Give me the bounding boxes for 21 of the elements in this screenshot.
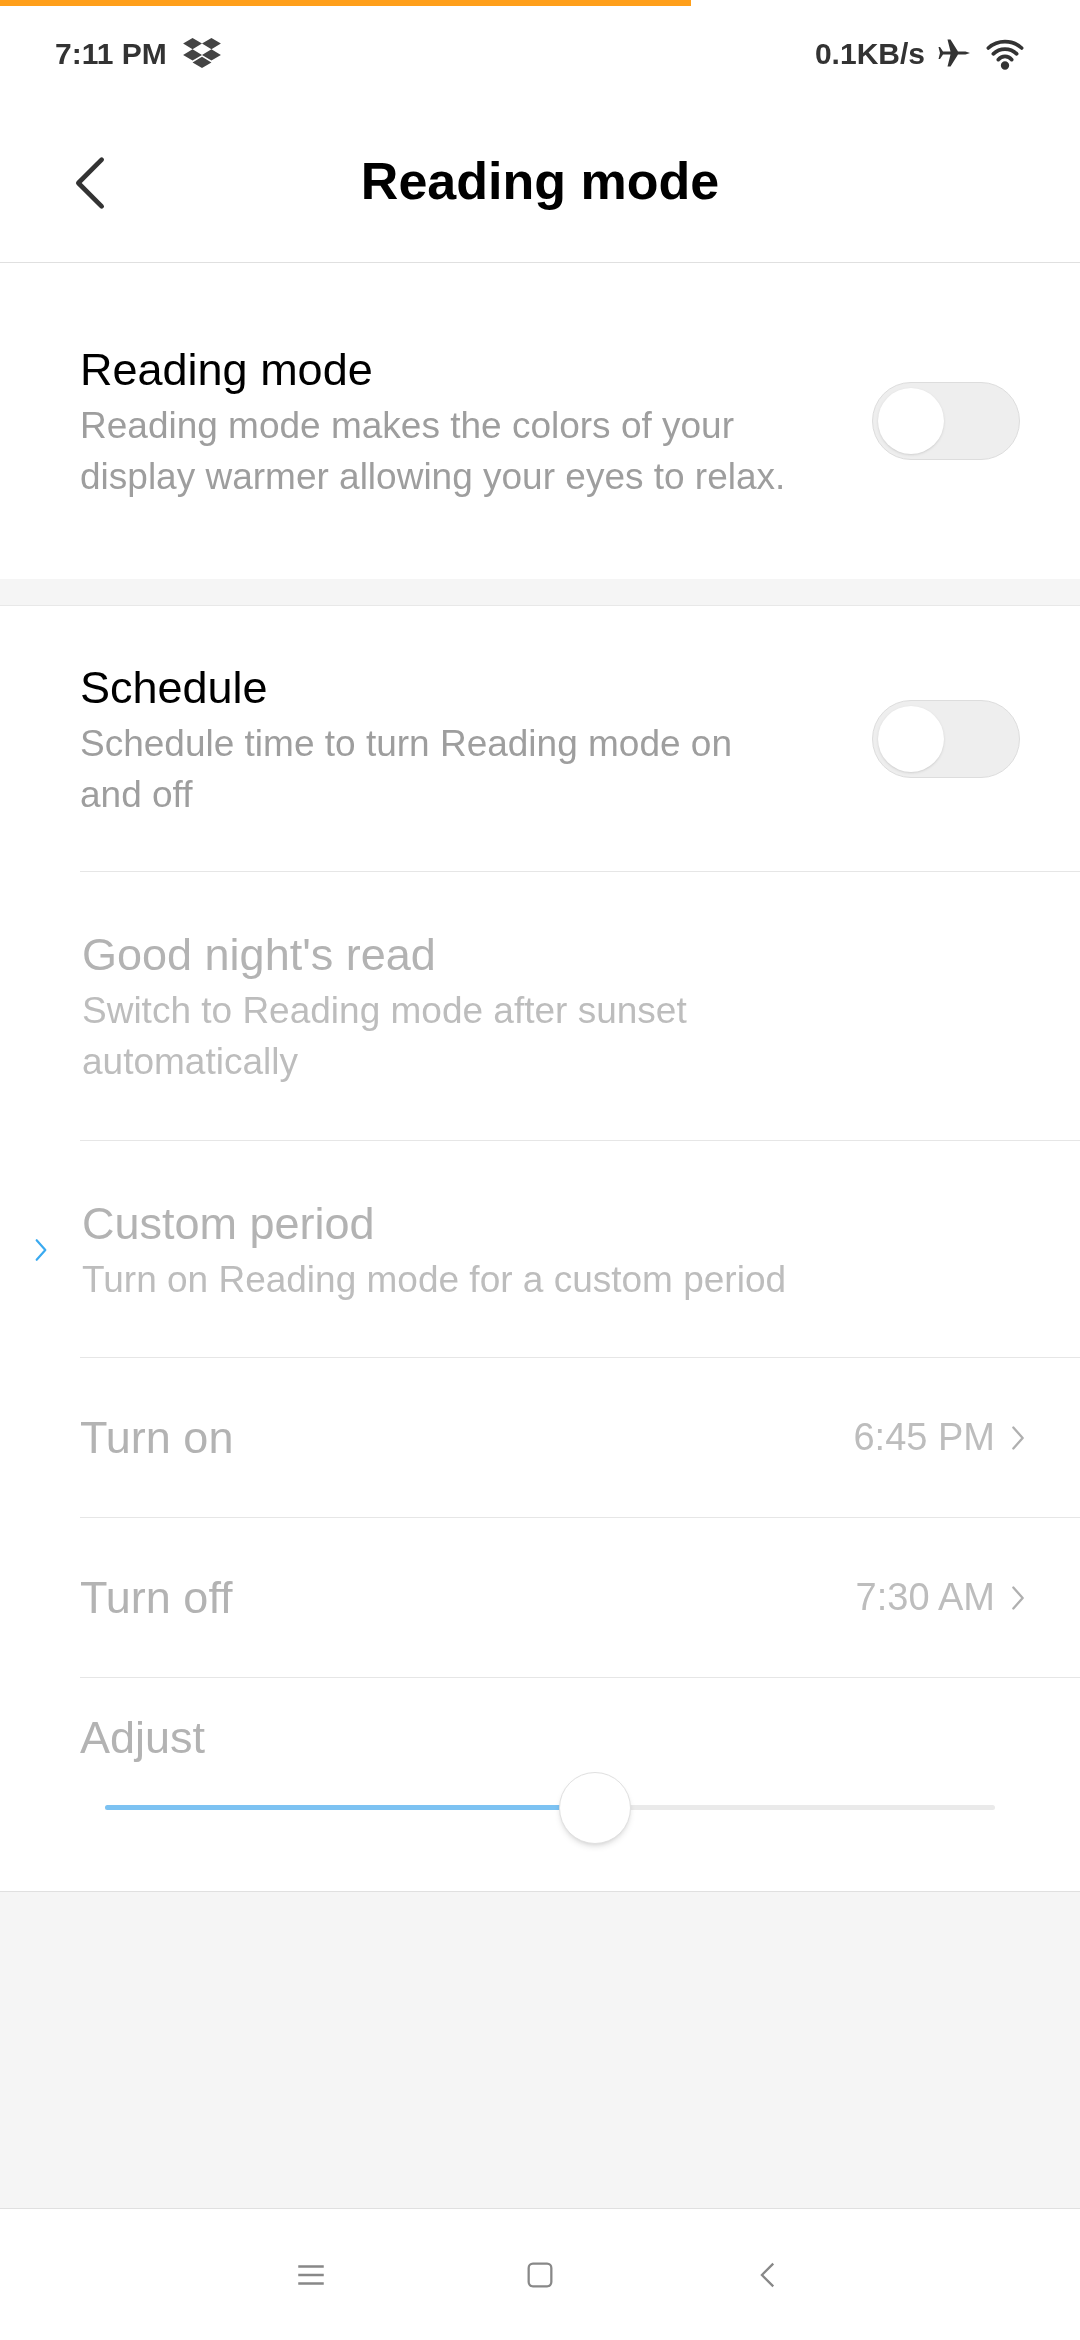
chevron-icon <box>1011 1583 1025 1612</box>
option-description: Turn on Reading mode for a custom period <box>82 1257 788 1302</box>
network-speed: 0.1KB/s <box>814 35 925 72</box>
setting-title: Schedule <box>80 660 269 715</box>
time-label: Turn on <box>80 1410 234 1465</box>
dropbox-icon <box>182 36 221 70</box>
setting-title: Reading mode <box>80 343 374 397</box>
setting-description: Reading mode makes the colors of your display warmer allowing your eyes to relax. <box>80 404 787 499</box>
time-label: Turn off <box>80 1570 233 1625</box>
chevron-icon <box>1011 1423 1025 1452</box>
page-title: Reading mode <box>360 151 720 212</box>
option-description: Switch to Reading mode after sunset automatically <box>82 989 688 1084</box>
option-title: Good night's read <box>82 928 437 982</box>
setting-description: Schedule time to turn Reading mode on and off <box>80 721 734 817</box>
adjust-slider[interactable] <box>105 1772 995 1844</box>
option-title: Custom period <box>82 1196 376 1251</box>
time-value: 6:45 PM <box>853 1415 995 1460</box>
time-value: 7:30 AM <box>855 1575 995 1620</box>
status-time: 7:11 PM <box>55 35 167 72</box>
adjust-label: Adjust <box>80 1711 207 1765</box>
chevron-icon <box>34 1237 48 1263</box>
